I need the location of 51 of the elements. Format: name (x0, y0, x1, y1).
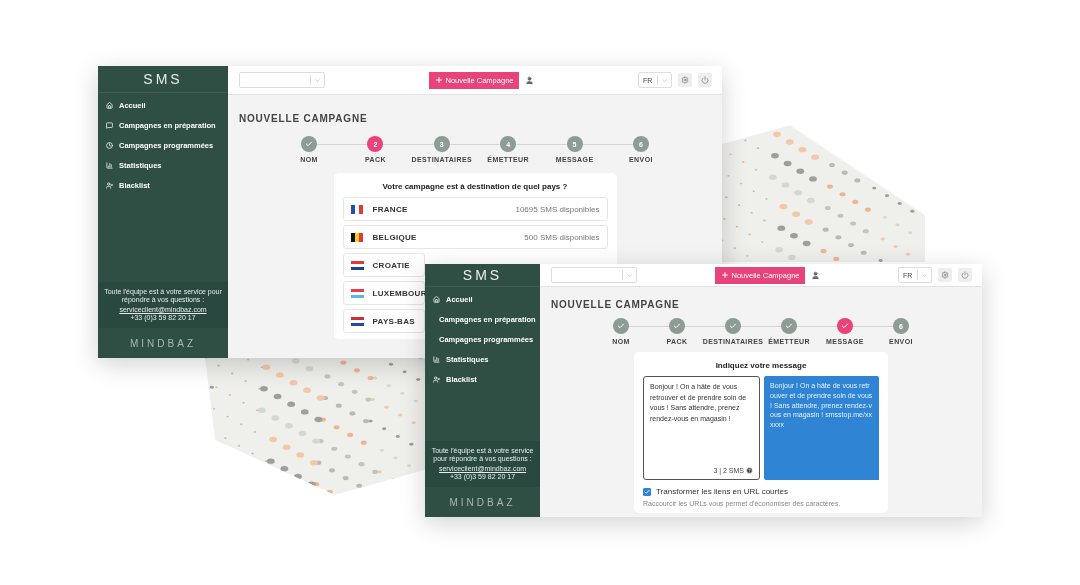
user-blocked-icon (106, 182, 113, 189)
chevron-down-icon (921, 271, 928, 279)
settings-button[interactable] (678, 73, 692, 87)
chart-icon (433, 356, 440, 363)
power-icon (701, 76, 709, 84)
page-title: NOUVELLE CAMPAGNE (238, 112, 369, 124)
checkbox-label: Transformer les liens en URL courtes (656, 487, 788, 496)
chevron-down-icon (661, 76, 668, 84)
gear-icon (941, 271, 949, 279)
chat-icon (106, 122, 113, 129)
settings-button[interactable] (938, 268, 952, 282)
country-option[interactable]: LUXEMBOUR (342, 281, 425, 305)
card-title: Votre campagne est à destination de quel pays ? (381, 182, 569, 191)
flag-icon (350, 232, 364, 242)
country-option[interactable]: FRANCE 10695 SMS disponibles (342, 197, 608, 221)
chevron-down-icon (314, 76, 321, 84)
chevron-down-icon (626, 271, 633, 279)
flag-icon (350, 204, 364, 214)
flag-icon (350, 288, 364, 298)
user-icon[interactable] (525, 75, 535, 85)
plus-icon (720, 271, 729, 279)
user-icon[interactable] (811, 270, 821, 280)
help-icon (746, 467, 753, 474)
check-icon (785, 322, 793, 330)
country-option[interactable]: PAYS-BAS (342, 309, 425, 333)
country-option[interactable]: CROATIE (342, 253, 425, 277)
check-icon (729, 322, 737, 330)
brand-logo: MINDBAZ (129, 336, 197, 351)
flag-icon (350, 316, 364, 326)
country-option[interactable]: BELGIQUE 500 SMS disponibles (342, 225, 608, 249)
gear-icon (681, 76, 689, 84)
power-icon (961, 271, 969, 279)
checkbox[interactable] (643, 487, 651, 496)
clock-icon (106, 142, 113, 149)
chart-icon (106, 162, 113, 169)
brand-logo: MINDBAZ (448, 495, 517, 510)
account-dropdown[interactable] (551, 267, 637, 283)
card-title: Indiquez votre message (714, 361, 808, 370)
check-icon (841, 322, 849, 330)
check-icon (673, 322, 681, 330)
user-blocked-icon (433, 376, 440, 383)
account-dropdown[interactable] (239, 72, 325, 88)
power-button[interactable] (958, 268, 972, 282)
home-icon (106, 102, 113, 109)
check-icon (617, 322, 625, 330)
page-title: NOUVELLE CAMPAGNE (550, 298, 681, 310)
check-icon (305, 140, 313, 148)
home-icon (433, 296, 440, 303)
flag-icon (350, 260, 364, 270)
plus-icon (434, 76, 443, 84)
power-button[interactable] (698, 73, 712, 87)
